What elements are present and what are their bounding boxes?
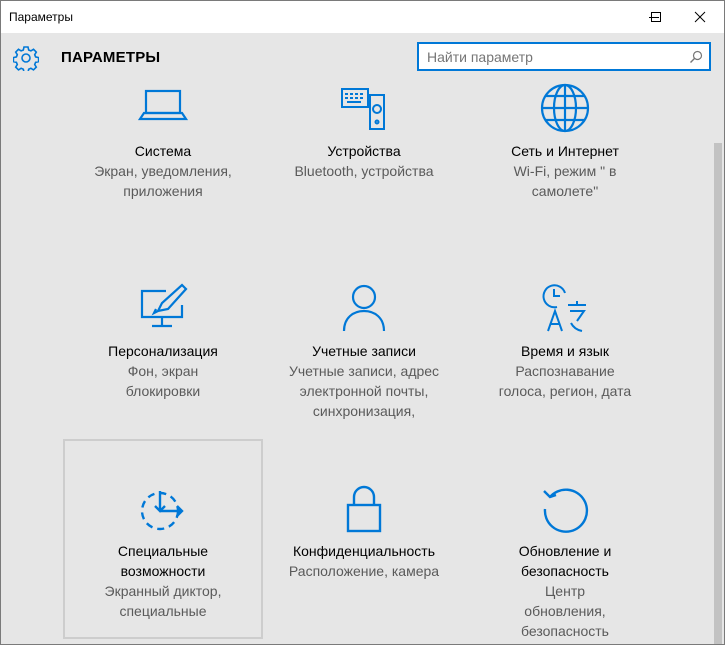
tile-subtitle: Центр обновления, безопасность	[521, 583, 609, 639]
title-bar[interactable]: Параметры	[1, 1, 724, 33]
tile-title: Персонализация	[108, 343, 218, 359]
ease-of-access-icon	[140, 491, 184, 531]
settings-window: Параметры ПАРАМЕТРЫ Найти параметр Систе…	[0, 0, 725, 645]
tile-subtitle: Расположение, камера	[288, 563, 440, 579]
tile-system[interactable]: Система Экран, уведомления, приложения	[63, 41, 263, 241]
gear-icon	[13, 46, 39, 71]
tile-title: Специальные возможности	[117, 543, 209, 579]
keyboard-speaker-icon	[341, 88, 385, 130]
tile-subtitle: Экран, уведомления, приложения	[94, 163, 232, 199]
tile-title: Учетные записи	[312, 343, 416, 359]
tile-subtitle: Wi-Fi, режим " в самолете"	[513, 163, 617, 199]
personalization-icon	[140, 283, 188, 328]
maximize-icon	[651, 12, 661, 22]
tile-subtitle: Учетные записи, адрес электронной почты,…	[288, 363, 440, 419]
search-icon[interactable]	[689, 50, 703, 64]
vertical-scrollbar[interactable]	[712, 85, 724, 644]
lock-icon	[346, 485, 382, 533]
tile-accounts[interactable]: Учетные записи Учетные записи, адрес эле…	[264, 241, 464, 441]
scrollbar-thumb[interactable]	[714, 143, 722, 644]
tile-subtitle: Фон, экран блокировки	[125, 363, 201, 399]
close-icon	[694, 11, 706, 23]
tile-title: Конфиденциальность	[292, 543, 435, 559]
window-title: Параметры	[9, 10, 73, 24]
tile-time-language[interactable]: Время и язык Распознавание голоса, регио…	[465, 241, 665, 441]
laptop-icon	[137, 89, 189, 121]
tile-title: Время и язык	[521, 343, 609, 359]
person-icon	[342, 284, 386, 332]
tile-devices[interactable]: Устройства Bluetooth, устройства	[264, 41, 464, 241]
globe-icon	[540, 83, 590, 133]
time-language-icon	[542, 284, 586, 332]
tile-update-security[interactable]: Обновление и безопасность Центр обновлен…	[465, 441, 665, 641]
tile-ease-of-access[interactable]: Специальные возможности Экранный диктор,…	[63, 439, 263, 639]
tile-network[interactable]: Сеть и Интернет Wi-Fi, режим " в самолет…	[465, 41, 665, 241]
tile-title: Система	[134, 143, 192, 159]
tile-privacy[interactable]: Конфиденциальность Расположение, камера	[264, 441, 464, 641]
tile-title: Обновление и безопасность	[518, 543, 612, 579]
tile-subtitle: Экранный диктор, специальные	[104, 583, 222, 619]
close-button[interactable]	[677, 1, 723, 33]
tile-title: Устройства	[327, 143, 401, 159]
maximize-button[interactable]	[633, 1, 679, 33]
tile-title: Сеть и Интернет	[511, 143, 619, 159]
tile-subtitle: Bluetooth, устройства	[294, 163, 434, 179]
tile-subtitle: Распознавание голоса, регион, дата	[498, 363, 632, 399]
tile-personalization[interactable]: Персонализация Фон, экран блокировки	[63, 241, 263, 441]
update-icon	[543, 488, 589, 533]
